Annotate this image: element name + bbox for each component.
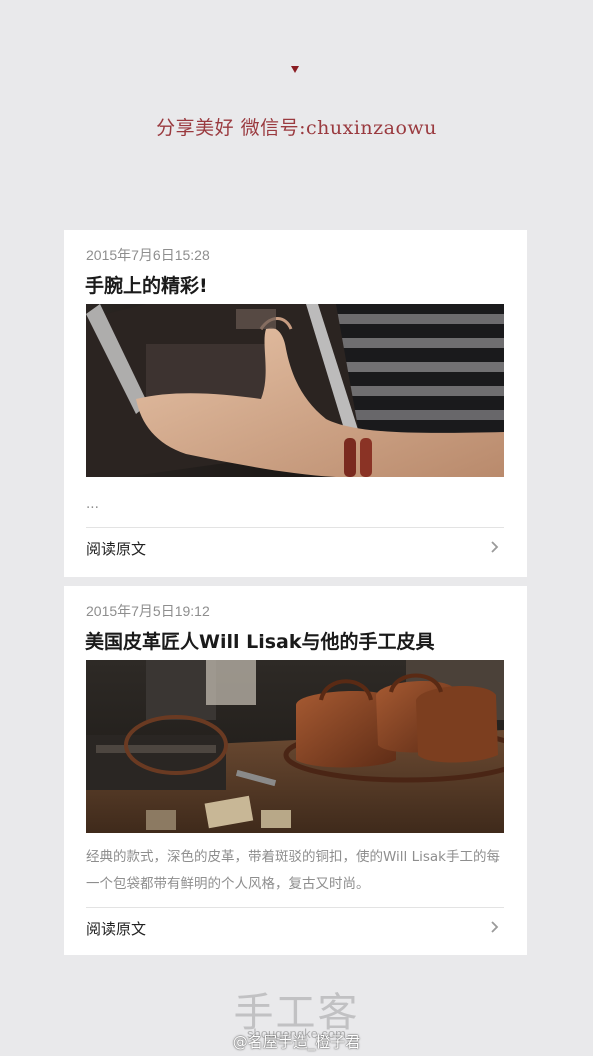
chevron-right-icon [491,921,499,933]
article-date: 2015年7月6日15:28 [86,247,210,263]
article-summary: 经典的款式，深色的皮革，带着斑驳的铜扣，使的Will Lisak手工的每一个包袋… [86,849,500,892]
article-cover-image[interactable] [86,304,504,477]
header-area: 分享美好 微信号:chuxinzaowu [0,0,593,230]
article-summary: ... [86,496,99,512]
article-title[interactable]: 手腕上的精彩! [85,271,208,298]
watermark-user: @名屋手造_橙子君 [232,1033,361,1051]
article-date: 2015年7月5日19:12 [86,603,210,619]
read-original-link[interactable]: 阅读原文 [86,908,504,952]
article-card[interactable]: 2015年7月6日15:28 手腕上的精彩! ... 阅读原文 [64,230,527,577]
chevron-right-icon [491,541,499,553]
article-cover-image[interactable] [86,660,504,833]
account-slogan: 分享美好 微信号:chuxinzaowu [156,117,437,139]
article-card[interactable]: 2015年7月5日19:12 美国皮革匠人Will Lisak与他的手工皮具 经… [64,586,527,955]
read-original-link[interactable]: 阅读原文 [86,528,504,572]
read-original-label: 阅读原文 [86,540,147,558]
watermark: 手工客 shougongke.com @名屋手造_橙子君 [0,980,593,1056]
article-title[interactable]: 美国皮革匠人Will Lisak与他的手工皮具 [85,627,435,654]
read-original-label: 阅读原文 [86,920,147,938]
triangle-down-icon [291,66,299,73]
